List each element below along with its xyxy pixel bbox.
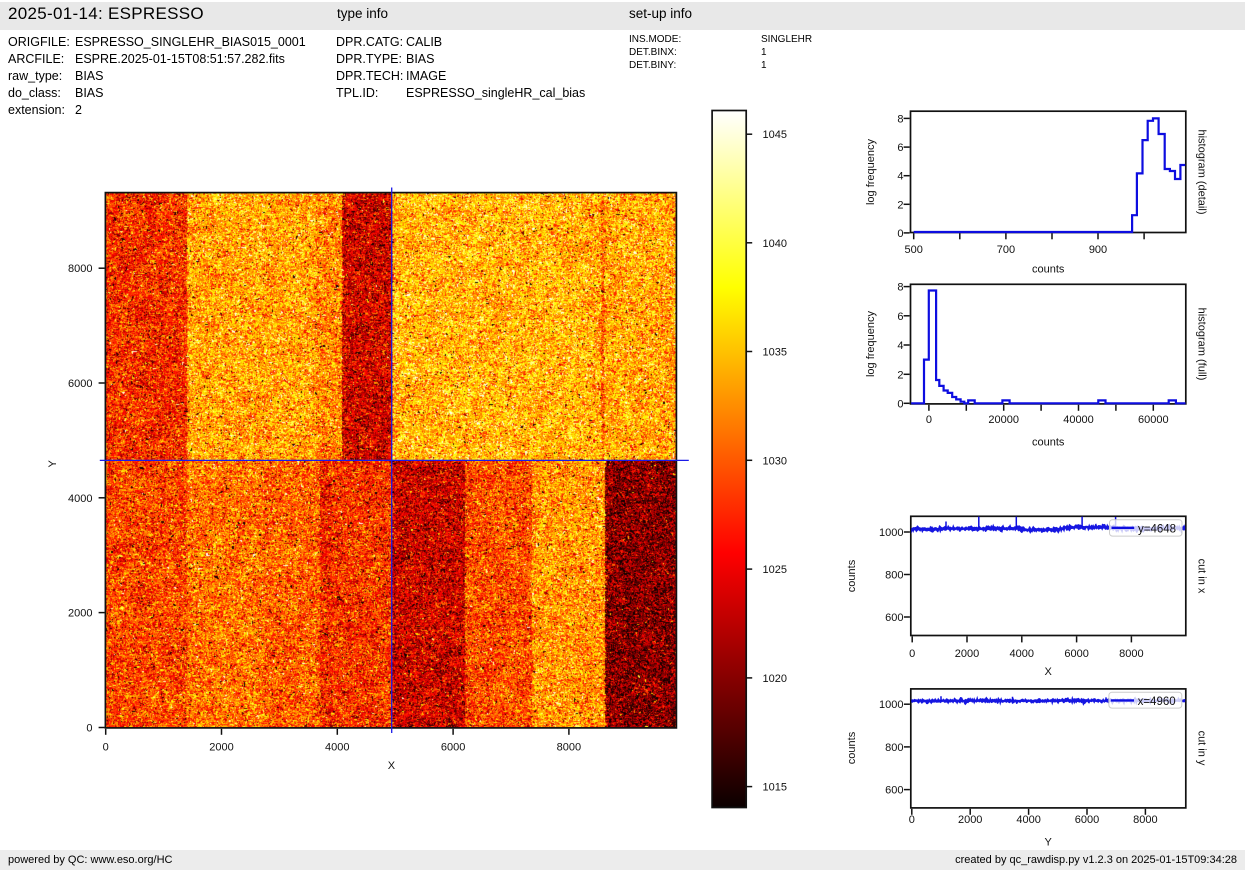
svg-text:X: X — [388, 760, 396, 772]
svg-text:1035: 1035 — [763, 347, 787, 359]
svg-text:8000: 8000 — [68, 263, 92, 275]
svg-text:counts: counts — [1032, 263, 1065, 275]
svg-text:20000: 20000 — [988, 414, 1019, 426]
svg-text:800: 800 — [885, 570, 903, 582]
svg-text:1000: 1000 — [879, 527, 903, 539]
svg-text:8: 8 — [897, 282, 903, 294]
svg-text:900: 900 — [1089, 244, 1107, 256]
svg-text:40000: 40000 — [1063, 414, 1094, 426]
svg-text:Y: Y — [1045, 837, 1053, 849]
svg-text:2000: 2000 — [958, 814, 982, 826]
svg-text:cut in y: cut in y — [1196, 731, 1208, 766]
svg-text:8000: 8000 — [1133, 814, 1157, 826]
svg-text:1025: 1025 — [763, 564, 787, 576]
svg-text:800: 800 — [885, 742, 903, 754]
svg-text:X: X — [1045, 666, 1053, 678]
svg-text:1045: 1045 — [763, 129, 787, 141]
svg-text:4: 4 — [897, 171, 903, 183]
svg-text:600: 600 — [885, 612, 903, 624]
svg-text:8000: 8000 — [1119, 648, 1143, 660]
svg-text:2: 2 — [897, 369, 903, 381]
svg-text:4: 4 — [897, 340, 903, 352]
svg-text:6000: 6000 — [441, 742, 465, 754]
svg-text:4000: 4000 — [68, 493, 92, 505]
svg-text:0: 0 — [926, 414, 932, 426]
svg-text:2000: 2000 — [209, 742, 233, 754]
svg-text:0: 0 — [86, 723, 92, 735]
svg-text:6000: 6000 — [1075, 814, 1099, 826]
svg-text:counts: counts — [846, 731, 858, 764]
svg-text:1040: 1040 — [763, 238, 787, 250]
svg-text:4000: 4000 — [1016, 814, 1040, 826]
svg-text:8: 8 — [897, 113, 903, 125]
svg-text:1015: 1015 — [763, 782, 787, 794]
svg-text:log frequency: log frequency — [865, 138, 877, 205]
svg-text:2000: 2000 — [68, 608, 92, 620]
svg-text:4000: 4000 — [1010, 648, 1034, 660]
svg-text:histogram (full): histogram (full) — [1196, 308, 1208, 381]
svg-text:0: 0 — [909, 814, 915, 826]
svg-text:0: 0 — [909, 648, 915, 660]
svg-text:counts: counts — [846, 559, 858, 592]
svg-text:0: 0 — [103, 742, 109, 754]
svg-text:1020: 1020 — [763, 673, 787, 685]
svg-text:600: 600 — [885, 785, 903, 797]
svg-text:6000: 6000 — [68, 378, 92, 390]
svg-text:1030: 1030 — [763, 455, 787, 467]
svg-text:6000: 6000 — [1064, 648, 1088, 660]
svg-text:y=4648: y=4648 — [1138, 524, 1176, 536]
svg-text:60000: 60000 — [1138, 414, 1169, 426]
svg-text:8000: 8000 — [557, 742, 581, 754]
svg-text:0: 0 — [897, 398, 903, 410]
svg-text:1000: 1000 — [879, 699, 903, 711]
svg-text:x=4960: x=4960 — [1138, 696, 1176, 708]
svg-text:Y: Y — [47, 459, 59, 467]
svg-text:4000: 4000 — [325, 742, 349, 754]
svg-text:histogram (detail): histogram (detail) — [1196, 130, 1208, 215]
svg-text:2: 2 — [897, 199, 903, 211]
svg-text:500: 500 — [905, 244, 923, 256]
svg-text:cut in x: cut in x — [1196, 559, 1208, 594]
svg-text:counts: counts — [1032, 437, 1065, 449]
svg-text:2000: 2000 — [955, 648, 979, 660]
svg-text:6: 6 — [897, 142, 903, 154]
svg-text:0: 0 — [897, 228, 903, 240]
svg-text:700: 700 — [997, 244, 1015, 256]
svg-text:log frequency: log frequency — [865, 310, 877, 377]
svg-text:6: 6 — [897, 311, 903, 323]
